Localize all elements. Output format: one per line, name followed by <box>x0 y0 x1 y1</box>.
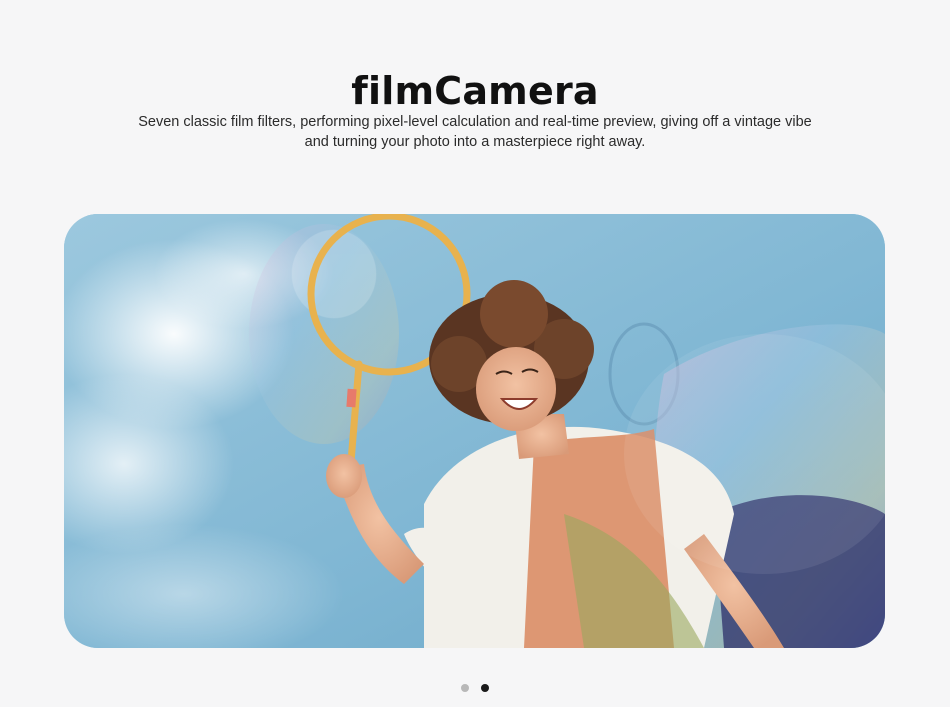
hero-photo-illustration <box>64 214 885 648</box>
description-line-2: and turning your photo into a masterpiec… <box>304 134 646 150</box>
page-title: filmCamera <box>351 69 599 114</box>
description-line-1: Seven classic film filters, performing p… <box>138 114 812 130</box>
carousel-dot-1[interactable] <box>461 684 469 692</box>
feature-description: Seven classic film filters, performing p… <box>120 112 830 152</box>
carousel-pagination <box>0 684 950 692</box>
hero-image <box>64 214 885 648</box>
carousel-dot-2-active[interactable] <box>481 684 489 692</box>
